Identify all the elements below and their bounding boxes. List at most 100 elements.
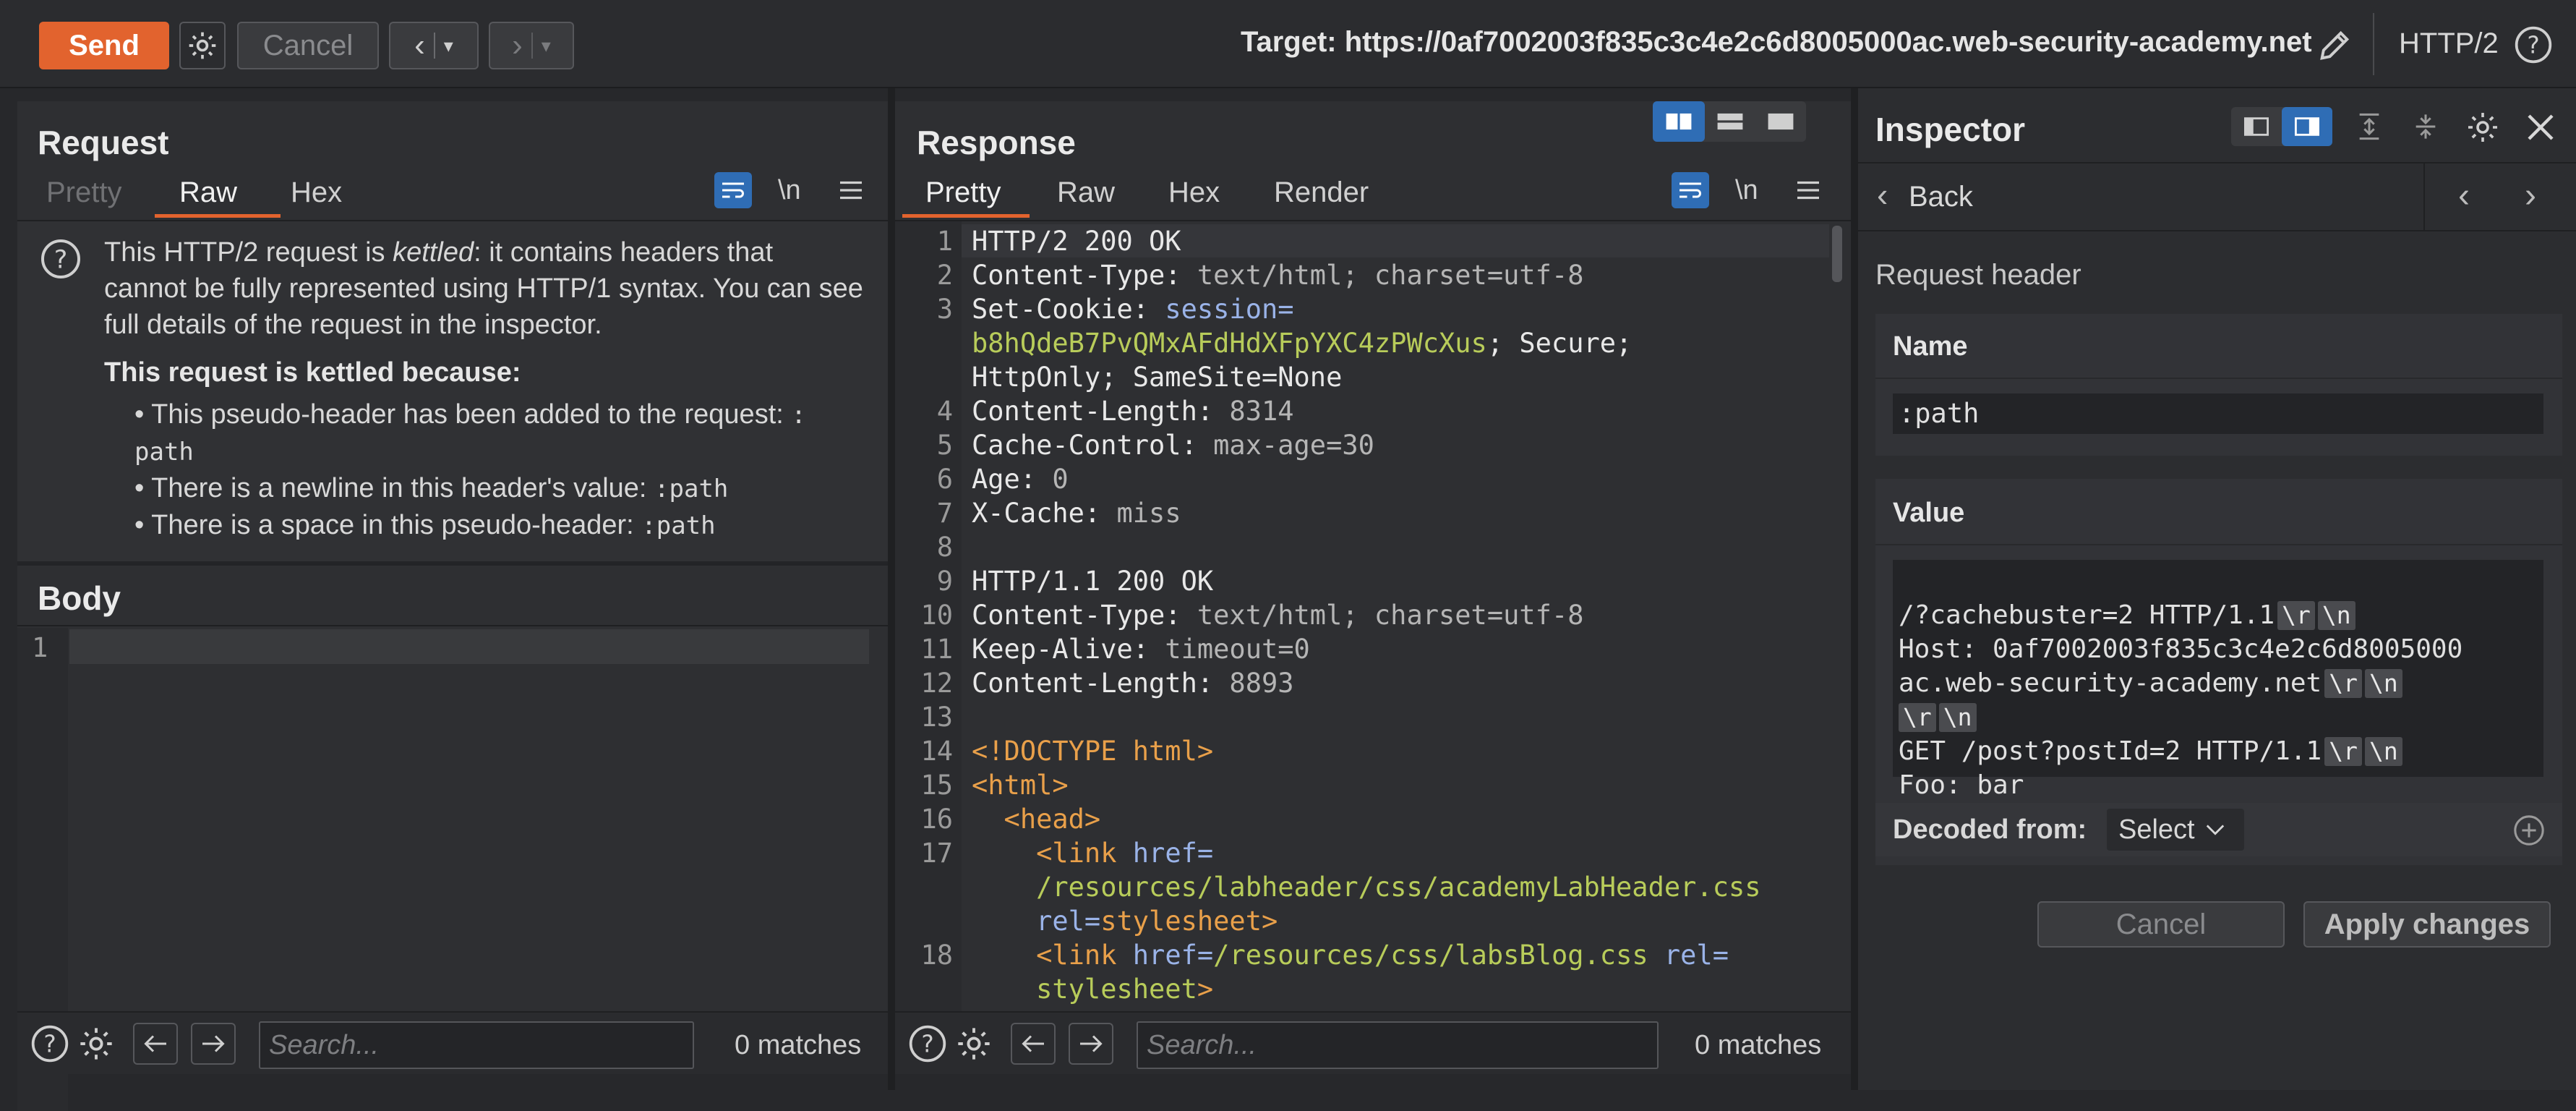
chevron-right-icon: › [512,27,523,63]
line-text: Content-Length: 8893 [972,668,1294,699]
line-number: 6 [936,464,953,495]
tab-hex[interactable]: Hex [291,176,342,209]
line-text: /resources/labheader/css/academyLabHeade… [972,872,1761,903]
line-number: 18 [920,940,953,971]
value-field[interactable]: /?cachebuster=2 HTTP/1.1 \r \n Host: 0af70… [1893,560,2543,800]
send-button[interactable]: Send [39,22,169,69]
cancel-button[interactable]: Cancel [237,22,379,69]
layout-toggle-group [1653,101,1806,142]
wrap-lines-toggle-icon[interactable] [1672,172,1709,208]
name-label: Name [1893,331,1968,362]
line-number: 2 [936,260,953,291]
response-search-input[interactable]: Search... [1137,1021,1659,1069]
protocol-label[interactable]: HTTP/2 [2399,27,2499,60]
layout-stacked-icon[interactable] [1705,101,1755,142]
inspector-dock-left-icon[interactable] [2231,107,2282,146]
body-title: Body [38,579,121,617]
svg-text:?: ? [921,1031,933,1058]
wrap-lines-toggle-icon[interactable] [714,172,752,208]
caret-down-icon: ▾ [541,34,551,56]
inspector-dock-right-icon[interactable] [2282,107,2332,146]
previous-item-chevron-left-icon[interactable]: ‹ [2442,174,2486,217]
back-button[interactable]: ‹ Back [1877,176,1973,213]
line-text: HTTP/2 200 OK [972,226,1181,257]
back-label: Back [1909,181,1973,213]
next-match-arrow-right-icon[interactable] [1069,1023,1113,1065]
send-settings-gear-icon[interactable] [179,22,226,69]
tab-pretty[interactable]: Pretty [925,176,1001,209]
apply-changes-button[interactable]: Apply changes [2303,901,2551,948]
menu-icon[interactable] [1792,174,1825,207]
line-text: Set-Cookie: session= [972,294,1294,325]
search-settings-gear-icon[interactable] [953,1023,995,1065]
inspector-splitter[interactable] [1851,88,1858,1090]
svg-text:?: ? [2527,32,2539,59]
line-number: 1 [936,226,953,257]
active-tab-underline [902,214,1030,218]
inspector-cancel-button[interactable]: Cancel [2037,901,2285,948]
tab-hex[interactable]: Hex [1168,176,1220,209]
line-text: HttpOnly; SameSite=None [972,362,1343,393]
help-icon[interactable]: ? [2510,22,2556,68]
help-icon[interactable]: ? [907,1023,949,1065]
next-match-arrow-right-icon[interactable] [191,1023,236,1065]
inspector-title: Inspector [1875,111,2026,148]
main-toolbar: Send Cancel ‹ ▾ › ▾ Target: https://0af7… [0,0,2576,88]
line-number: 5 [936,430,953,461]
response-pane: Response Pretty Raw Hex Render \n 1 HTTP/… [895,101,1851,1074]
edit-target-pencil-icon[interactable] [2311,22,2358,69]
add-decoding-plus-icon[interactable] [2510,812,2548,849]
line-text: <!DOCTYPE html> [972,736,1214,767]
request-search-input[interactable]: Search... [259,1021,694,1069]
inspector-layout-toggle [2231,107,2332,146]
line-number: 4 [936,396,953,427]
response-code[interactable]: 1 HTTP/2 200 OK 2 Content-Type: text/html; … [895,224,1828,1011]
inspector-settings-gear-icon[interactable] [2462,107,2503,148]
tab-raw[interactable]: Raw [1057,176,1115,209]
menu-icon[interactable] [834,174,868,207]
show-newlines-toggle[interactable]: \n [778,175,801,206]
line-text: Cache-Control: max-age=30 [972,430,1374,461]
next-item-chevron-right-icon[interactable]: › [2509,174,2552,217]
tab-pretty[interactable]: Pretty [46,176,121,209]
kettled-notice: ? This HTTP/2 request is kettled: it con… [17,221,888,561]
close-icon[interactable] [2520,107,2561,148]
line-number: 17 [920,838,953,869]
line-number: 11 [920,634,953,665]
pane-splitter[interactable] [888,88,895,1090]
response-search-bar: ? Search... 0 matches [895,1011,1851,1074]
history-back-button[interactable]: ‹ ▾ [389,22,479,69]
expand-all-icon[interactable] [2351,108,2387,145]
decoded-from-select[interactable]: Select [2107,809,2244,851]
line-text: Content-Type: text/html; charset=utf-8 [972,260,1584,291]
tab-render[interactable]: Render [1274,176,1369,209]
collapse-all-icon[interactable] [2408,108,2444,145]
line-text: HTTP/1.1 200 OK [972,566,1214,597]
body-editor[interactable] [69,629,869,664]
tab-raw[interactable]: Raw [179,176,237,209]
layout-side-by-side-icon[interactable] [1653,101,1705,142]
layout-single-icon[interactable] [1755,101,1806,142]
value-divider [1875,544,2562,545]
search-settings-gear-icon[interactable] [75,1023,117,1065]
line-text: <html> [972,770,1069,801]
inspector-nav: ‹ Back ‹ › [1858,163,2576,230]
chevron-left-icon: ‹ [414,27,425,63]
response-match-count: 0 matches [1695,1030,1822,1060]
decoded-from-label: Decoded from: [1893,814,2087,845]
show-newlines-toggle[interactable]: \n [1735,175,1758,206]
line-text: Keep-Alive: timeout=0 [972,634,1310,665]
previous-match-arrow-left-icon[interactable] [133,1023,178,1065]
previous-match-arrow-left-icon[interactable] [1011,1023,1056,1065]
vertical-scrollbar[interactable] [1832,226,1842,282]
line-number: 14 [920,736,953,767]
inspector-pane: Inspector ‹ Back ‹ › Request header Name… [1858,88,2576,1090]
line-text: Age: 0 [972,464,1069,495]
help-icon[interactable]: ? [29,1023,71,1065]
line-text: Content-Type: text/html; charset=utf-8 [972,600,1584,631]
line-text: Content-Length: 8314 [972,396,1294,427]
line-number: 13 [920,702,953,733]
help-circle-icon: ? [39,237,82,281]
history-forward-button[interactable]: › ▾ [489,22,574,69]
name-field[interactable]: :path [1893,393,2543,434]
